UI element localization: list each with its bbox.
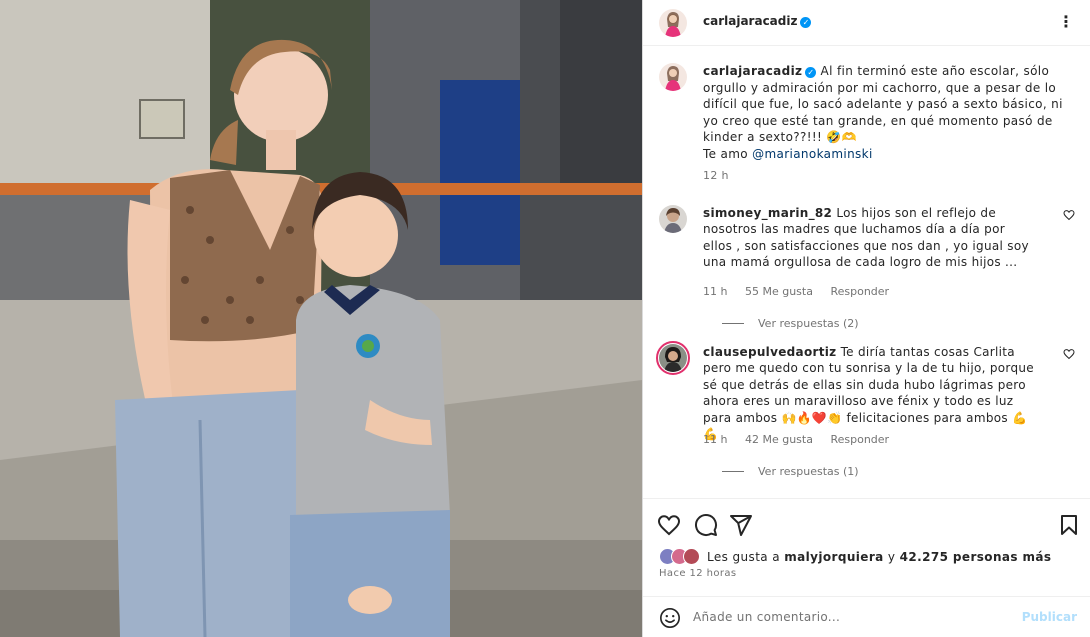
- author-username-text[interactable]: carlajaracadiz: [703, 14, 797, 28]
- bookmark-icon[interactable]: [1057, 513, 1081, 537]
- post-photo[interactable]: [0, 0, 642, 637]
- publish-button[interactable]: Publicar: [1022, 610, 1077, 624]
- comment-reply-button[interactable]: Responder: [830, 285, 889, 298]
- comment-input[interactable]: [693, 606, 1013, 628]
- caption-love: Te amo: [703, 146, 748, 161]
- commenter-avatar[interactable]: [656, 341, 690, 375]
- likes-user-link[interactable]: malyjorquiera: [784, 550, 883, 564]
- comment-username[interactable]: clausepulvedaortiz: [703, 345, 836, 359]
- likes-prefix: Les gusta a: [707, 550, 781, 564]
- comment-like-heart-icon[interactable]: [1063, 348, 1075, 360]
- add-comment-bar: Publicar: [643, 596, 1090, 637]
- comment-likes-count[interactable]: 55 Me gusta: [745, 285, 813, 298]
- comment-text: clausepulvedaortiz Te diría tantas cosas…: [703, 344, 1037, 442]
- comment-icon[interactable]: [694, 513, 718, 537]
- likes-summary: Les gusta a malyjorquiera y 42.275 perso…: [659, 548, 1079, 566]
- post-header: carlajaracadiz ✓ ⋮: [643, 0, 1090, 46]
- caption-username[interactable]: carlajaracadiz: [703, 64, 802, 78]
- caption-mention-link[interactable]: @marianokaminski: [752, 147, 872, 161]
- post-side-panel: carlajaracadiz ✓ ⋮ carlajaracadiz ✓ Al fin…: [642, 0, 1090, 637]
- emoji-icon[interactable]: [659, 607, 681, 629]
- comment-meta-row: 11 h 42 Me gusta Responder: [703, 433, 903, 446]
- comment-meta-row: 11 h 55 Me gusta Responder: [703, 285, 903, 298]
- comment-like-heart-icon[interactable]: [1063, 209, 1075, 221]
- post-image: [0, 0, 642, 637]
- comment-username[interactable]: simoney_marin_82: [703, 206, 832, 220]
- send-icon[interactable]: [729, 513, 753, 537]
- post-actions-bar: [643, 498, 1090, 548]
- post-timestamp[interactable]: Hace 12 horas: [659, 568, 737, 579]
- commenter-avatar[interactable]: [659, 205, 687, 233]
- verified-badge-icon: ✓: [805, 67, 817, 78]
- heart-icon[interactable]: [657, 513, 681, 537]
- comment-text: simoney_marin_82 Los hijos son el reflej…: [703, 205, 1037, 271]
- likes-connector: y: [887, 550, 896, 564]
- likes-text: Les gusta a malyjorquiera y 42.275 perso…: [707, 550, 1051, 564]
- verified-badge-icon: ✓: [800, 17, 812, 28]
- caption-avatar[interactable]: [659, 63, 687, 91]
- likers-avatars: [659, 548, 703, 566]
- author-username[interactable]: carlajaracadiz ✓: [703, 14, 812, 28]
- author-avatar[interactable]: [659, 9, 687, 37]
- comments-list[interactable]: carlajaracadiz ✓ Al fin terminó este año …: [643, 47, 1090, 497]
- comment-time[interactable]: 11 h: [703, 433, 727, 446]
- comment-reply-button[interactable]: Responder: [830, 433, 889, 446]
- comment-time[interactable]: 11 h: [703, 285, 727, 298]
- comment-likes-count[interactable]: 42 Me gusta: [745, 433, 813, 446]
- view-replies-button[interactable]: Ver respuestas (1): [723, 465, 859, 478]
- liker-avatar[interactable]: [683, 548, 700, 565]
- caption-time[interactable]: 12 h: [703, 168, 1069, 185]
- more-options-icon[interactable]: ⋮: [1057, 12, 1075, 32]
- likes-count-link[interactable]: 42.275 personas más: [900, 550, 1052, 564]
- view-replies-button[interactable]: Ver respuestas (2): [723, 317, 859, 330]
- comment-body: Te diría tantas cosas Carlita pero me qu…: [703, 345, 1034, 442]
- caption-text: carlajaracadiz ✓ Al fin terminó este año …: [703, 63, 1069, 185]
